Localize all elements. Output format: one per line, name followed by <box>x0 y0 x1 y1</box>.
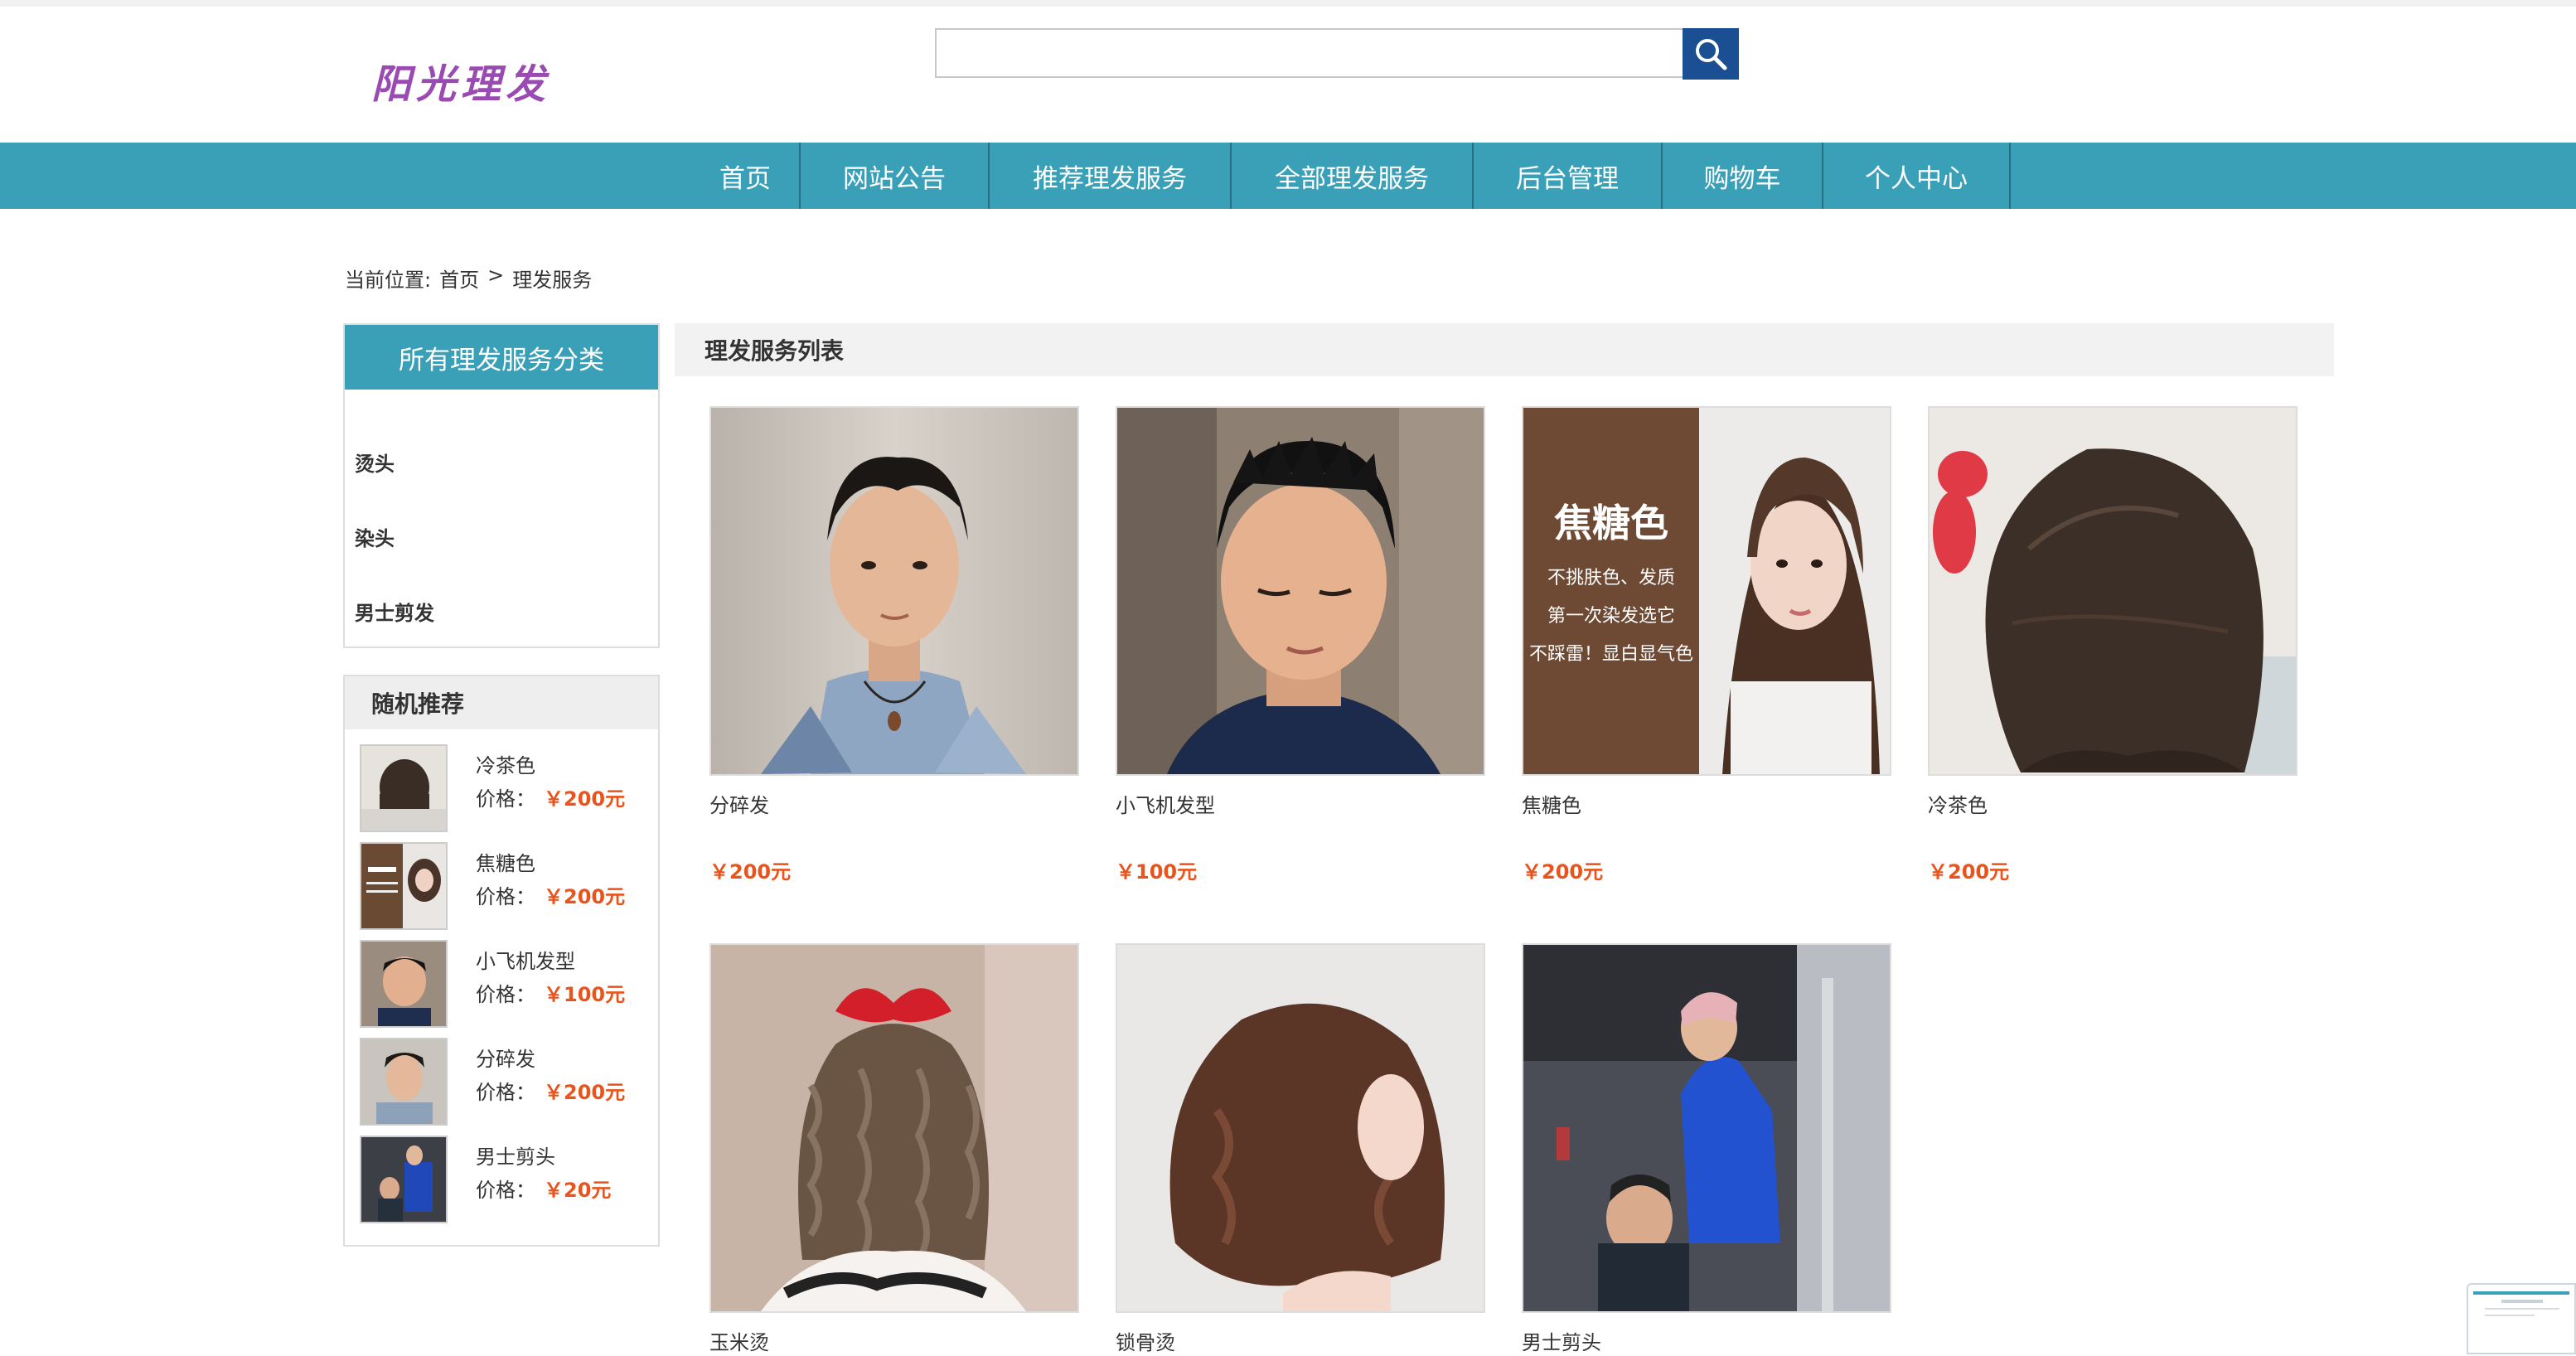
overlay-title: 焦糖色 <box>1554 501 1668 545</box>
breadcrumb-current: 理发服务 <box>512 269 593 292</box>
corn-perm-photo <box>709 943 1079 1313</box>
recommend-item-name: 小飞机发型 <box>476 950 575 973</box>
recommend-price-label: 价格： <box>476 885 535 908</box>
product-name: 男士剪头 <box>1522 1331 1601 1354</box>
nav-recommended-services[interactable]: 推荐理发服务 <box>990 143 1232 209</box>
recommend-item-name: 冷茶色 <box>476 754 535 777</box>
recommend-item-price: ￥200元 <box>544 885 626 908</box>
product-price: ￥200元 <box>709 860 792 884</box>
overlay-line: 第一次染发选它 <box>1547 606 1675 627</box>
overlay-line: 不踩雷！显白显气色 <box>1529 644 1693 665</box>
product-price: ￥100元 <box>1116 860 1198 884</box>
recommend-item[interactable]: 男士剪头 价格： ￥20元 <box>360 1136 658 1223</box>
short-men-haircut-photo <box>1116 406 1485 776</box>
product-price: ￥200元 <box>1522 860 1604 884</box>
product-name: 冷茶色 <box>1928 794 1988 817</box>
recommend-price-label: 价格： <box>476 1179 535 1202</box>
recommend-item[interactable]: 焦糖色 价格： ￥200元 <box>360 842 658 930</box>
breadcrumb-separator: > <box>487 264 505 287</box>
men-textured-hair-photo <box>709 406 1079 776</box>
bob-hair-photo <box>1928 406 2298 776</box>
category-panel: 所有理发服务分类 烫头 染头 男士剪发 <box>343 323 660 648</box>
category-panel-title: 所有理发服务分类 <box>345 325 658 390</box>
collarbone-perm-photo <box>1116 943 1485 1313</box>
nav-profile[interactable]: 个人中心 <box>1823 143 2011 209</box>
product-name: 锁骨烫 <box>1116 1331 1175 1354</box>
short-men-haircut-photo <box>360 940 448 1028</box>
overlay-line: 不挑肤色、发质 <box>1547 568 1675 588</box>
category-item-perm[interactable]: 烫头 <box>355 448 395 477</box>
caramel-color-photo <box>360 842 448 930</box>
nav-home[interactable]: 首页 <box>691 143 801 209</box>
recommend-item[interactable]: 小飞机发型 价格： ￥100元 <box>360 940 658 1028</box>
site-logo[interactable]: 阳光理发 <box>371 51 550 109</box>
search-button[interactable] <box>1683 28 1739 80</box>
barber-cutting-photo <box>360 1136 448 1223</box>
recommend-item-price: ￥20元 <box>544 1179 612 1202</box>
barber-cutting-photo <box>1522 943 1891 1313</box>
floating-preview-widget[interactable] <box>2467 1283 2576 1354</box>
bob-hair-photo <box>360 744 448 832</box>
breadcrumb-prefix: 当前位置: <box>345 269 432 292</box>
product-name: 小飞机发型 <box>1116 794 1215 817</box>
men-textured-hair-photo <box>360 1038 448 1126</box>
breadcrumb-home[interactable]: 首页 <box>439 264 479 293</box>
recommend-item[interactable]: 分碎发 价格： ￥200元 <box>360 1038 658 1126</box>
top-strip <box>0 0 2576 7</box>
nav-cart[interactable]: 购物车 <box>1663 143 1823 209</box>
service-list-title: 理发服务列表 <box>675 323 2334 376</box>
recommend-price-label: 价格： <box>476 983 535 1006</box>
nav-admin[interactable]: 后台管理 <box>1474 143 1663 209</box>
category-item-dye[interactable]: 染头 <box>355 522 395 551</box>
recommend-item[interactable]: 冷茶色 价格： ￥200元 <box>360 744 658 832</box>
breadcrumb: 当前位置: 首页 > 理发服务 <box>345 264 592 293</box>
recommend-price-label: 价格： <box>476 787 535 811</box>
nav-announcements[interactable]: 网站公告 <box>801 143 990 209</box>
recommend-item-name: 分碎发 <box>476 1048 535 1071</box>
product-name: 焦糖色 <box>1522 794 1581 817</box>
search-icon <box>1696 39 1727 70</box>
product-price: ￥200元 <box>1928 860 2010 884</box>
recommend-price-label: 价格： <box>476 1081 535 1104</box>
product-name: 玉米烫 <box>709 1331 769 1354</box>
recommend-panel-title: 随机推荐 <box>345 676 658 729</box>
recommend-item-price: ￥200元 <box>544 787 626 811</box>
recommend-item-price: ￥200元 <box>544 1081 626 1104</box>
product-name: 分碎发 <box>709 794 769 817</box>
recommend-item-name: 焦糖色 <box>476 852 535 875</box>
category-item-mens-cut[interactable]: 男士剪发 <box>355 597 434 626</box>
recommend-item-name: 男士剪头 <box>476 1145 555 1169</box>
search-input[interactable] <box>935 28 1684 78</box>
nav-all-services[interactable]: 全部理发服务 <box>1232 143 1474 209</box>
recommend-item-price: ￥100元 <box>544 983 626 1006</box>
main-nav: 首页 网站公告 推荐理发服务 全部理发服务 后台管理 购物车 个人中心 <box>0 143 2576 209</box>
caramel-color-photo: 焦糖色 不挑肤色、发质 第一次染发选它 不踩雷！显白显气色 <box>1522 406 1891 776</box>
recommend-panel: 随机推荐 冷茶色 价格： ￥200元 焦糖色 价格： ￥200元 小飞机发型 价… <box>343 675 660 1247</box>
